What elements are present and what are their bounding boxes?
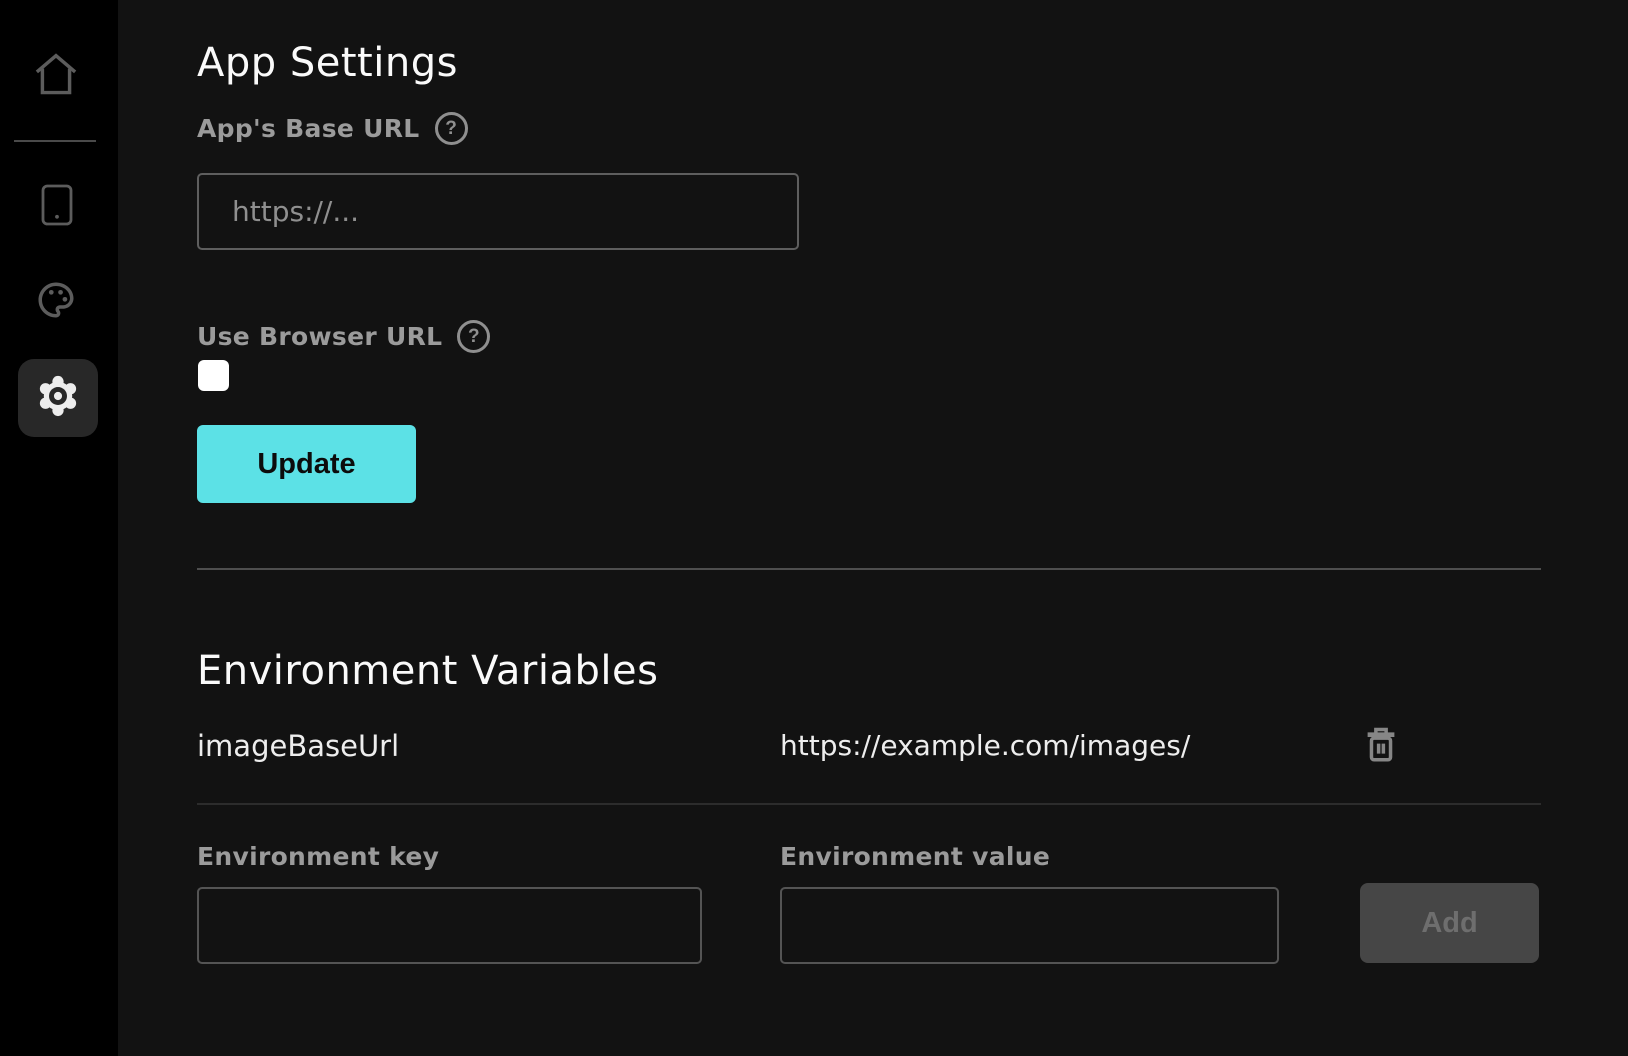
delete-variable-button[interactable] xyxy=(1359,723,1403,768)
row-divider xyxy=(197,803,1541,805)
sidebar-item-settings[interactable] xyxy=(18,359,98,437)
environment-value-input[interactable] xyxy=(780,887,1279,964)
base-url-input[interactable] xyxy=(197,173,799,250)
home-icon xyxy=(33,52,79,100)
section-divider xyxy=(197,568,1541,570)
environment-key-input[interactable] xyxy=(197,887,702,964)
app-settings-page: App Settings App's Base URL ? Use Browse… xyxy=(0,0,1628,1056)
base-url-label: App's Base URL xyxy=(197,114,420,143)
device-icon xyxy=(41,184,73,230)
sidebar-item-device[interactable] xyxy=(41,186,73,228)
environment-value-label: Environment value xyxy=(780,842,1050,871)
use-browser-url-label: Use Browser URL xyxy=(197,322,442,351)
settings-gear-icon xyxy=(35,373,81,423)
palette-icon xyxy=(35,279,77,325)
sidebar-divider xyxy=(14,140,96,142)
main-content: App Settings App's Base URL ? Use Browse… xyxy=(118,0,1628,1056)
sidebar xyxy=(0,0,118,1056)
use-browser-url-help-icon[interactable]: ? xyxy=(457,320,490,353)
env-variable-value: https://example.com/images/ xyxy=(780,729,1190,762)
env-variable-key: imageBaseUrl xyxy=(197,729,399,763)
sidebar-item-home[interactable] xyxy=(33,54,79,98)
page-title: App Settings xyxy=(197,39,458,87)
base-url-help-icon[interactable]: ? xyxy=(435,112,468,145)
sidebar-item-theme[interactable] xyxy=(35,281,77,323)
environment-key-label: Environment key xyxy=(197,842,439,871)
environment-variables-title: Environment Variables xyxy=(197,647,658,695)
update-button[interactable]: Update xyxy=(197,425,416,503)
trash-icon xyxy=(1359,756,1403,771)
add-variable-button[interactable]: Add xyxy=(1360,883,1539,963)
use-browser-url-checkbox[interactable] xyxy=(198,360,229,391)
